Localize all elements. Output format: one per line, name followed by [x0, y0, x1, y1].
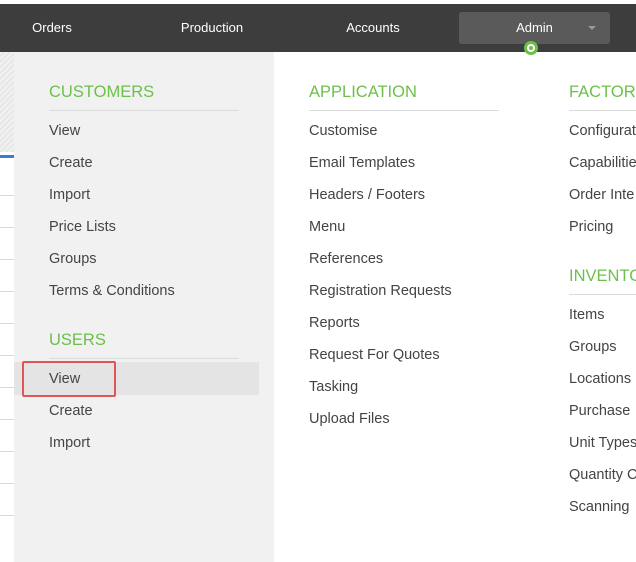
application-request-for-quotes-link[interactable]: Request For Quotes	[309, 345, 440, 365]
factory-order-integration-link[interactable]: Order Inte	[569, 185, 634, 205]
background-row-divider	[0, 227, 14, 228]
background-accent-line	[0, 155, 14, 158]
customers-groups-link[interactable]: Groups	[49, 249, 97, 269]
background-row-divider	[0, 291, 14, 292]
nav-accounts[interactable]: Accounts	[323, 4, 423, 52]
nav-production[interactable]: Production	[162, 4, 262, 52]
background-row-divider	[0, 195, 14, 196]
customers-create-link[interactable]: Create	[49, 153, 93, 173]
section-header-inventory: INVENTO	[569, 267, 636, 285]
section-divider	[569, 110, 636, 111]
inventory-purchase-link[interactable]: Purchase	[569, 401, 630, 421]
highlight-box	[22, 361, 116, 397]
users-create-link[interactable]: Create	[49, 401, 93, 421]
users-import-link[interactable]: Import	[49, 433, 90, 453]
customers-price-lists-link[interactable]: Price Lists	[49, 217, 116, 237]
application-customise-link[interactable]: Customise	[309, 121, 378, 141]
background-row-divider	[0, 387, 14, 388]
section-header-customers: CUSTOMERS	[49, 83, 155, 101]
active-indicator-icon	[524, 41, 538, 55]
app-root: Orders Production Accounts Admin CUSTOME…	[0, 0, 636, 562]
application-references-link[interactable]: References	[309, 249, 383, 269]
customers-import-link[interactable]: Import	[49, 185, 90, 205]
section-header-users: USERS	[49, 331, 106, 349]
inventory-items-link[interactable]: Items	[569, 305, 604, 325]
customers-view-link[interactable]: View	[49, 121, 80, 141]
section-divider	[49, 358, 239, 359]
background-row-divider	[0, 483, 14, 484]
inventory-locations-link[interactable]: Locations	[569, 369, 631, 389]
inventory-quantity-link[interactable]: Quantity C	[569, 465, 636, 485]
inventory-scanning-link[interactable]: Scanning	[569, 497, 629, 517]
application-reports-link[interactable]: Reports	[309, 313, 360, 333]
chevron-down-icon	[588, 26, 596, 30]
nav-orders[interactable]: Orders	[12, 4, 92, 52]
application-headers-footers-link[interactable]: Headers / Footers	[309, 185, 425, 205]
background-row-divider	[0, 419, 14, 420]
background-row-divider	[0, 515, 14, 516]
application-upload-files-link[interactable]: Upload Files	[309, 409, 390, 429]
section-divider	[309, 110, 499, 111]
factory-configuration-link[interactable]: Configurat	[569, 121, 636, 141]
background-row-divider	[0, 451, 14, 452]
inventory-groups-link[interactable]: Groups	[569, 337, 617, 357]
application-email-templates-link[interactable]: Email Templates	[309, 153, 415, 173]
section-divider	[49, 110, 239, 111]
section-header-application: APPLICATION	[309, 83, 417, 101]
top-navbar: Orders Production Accounts Admin	[0, 0, 636, 52]
background-row-divider	[0, 323, 14, 324]
background-row-divider	[0, 259, 14, 260]
factory-capabilities-link[interactable]: Capabilitie	[569, 153, 636, 173]
admin-mega-menu: CUSTOMERS View Create Import Price Lists…	[14, 52, 636, 562]
background-page	[0, 52, 14, 562]
application-tasking-link[interactable]: Tasking	[309, 377, 358, 397]
section-divider	[569, 294, 636, 295]
section-header-factory: FACTORY	[569, 83, 636, 101]
application-menu-link[interactable]: Menu	[309, 217, 345, 237]
nav-admin[interactable]: Admin	[459, 12, 610, 44]
inventory-unit-types-link[interactable]: Unit Types	[569, 433, 636, 453]
application-registration-requests-link[interactable]: Registration Requests	[309, 281, 452, 301]
background-texture	[0, 52, 14, 152]
factory-pricing-link[interactable]: Pricing	[569, 217, 613, 237]
background-row-divider	[0, 355, 14, 356]
customers-terms-link[interactable]: Terms & Conditions	[49, 281, 175, 301]
